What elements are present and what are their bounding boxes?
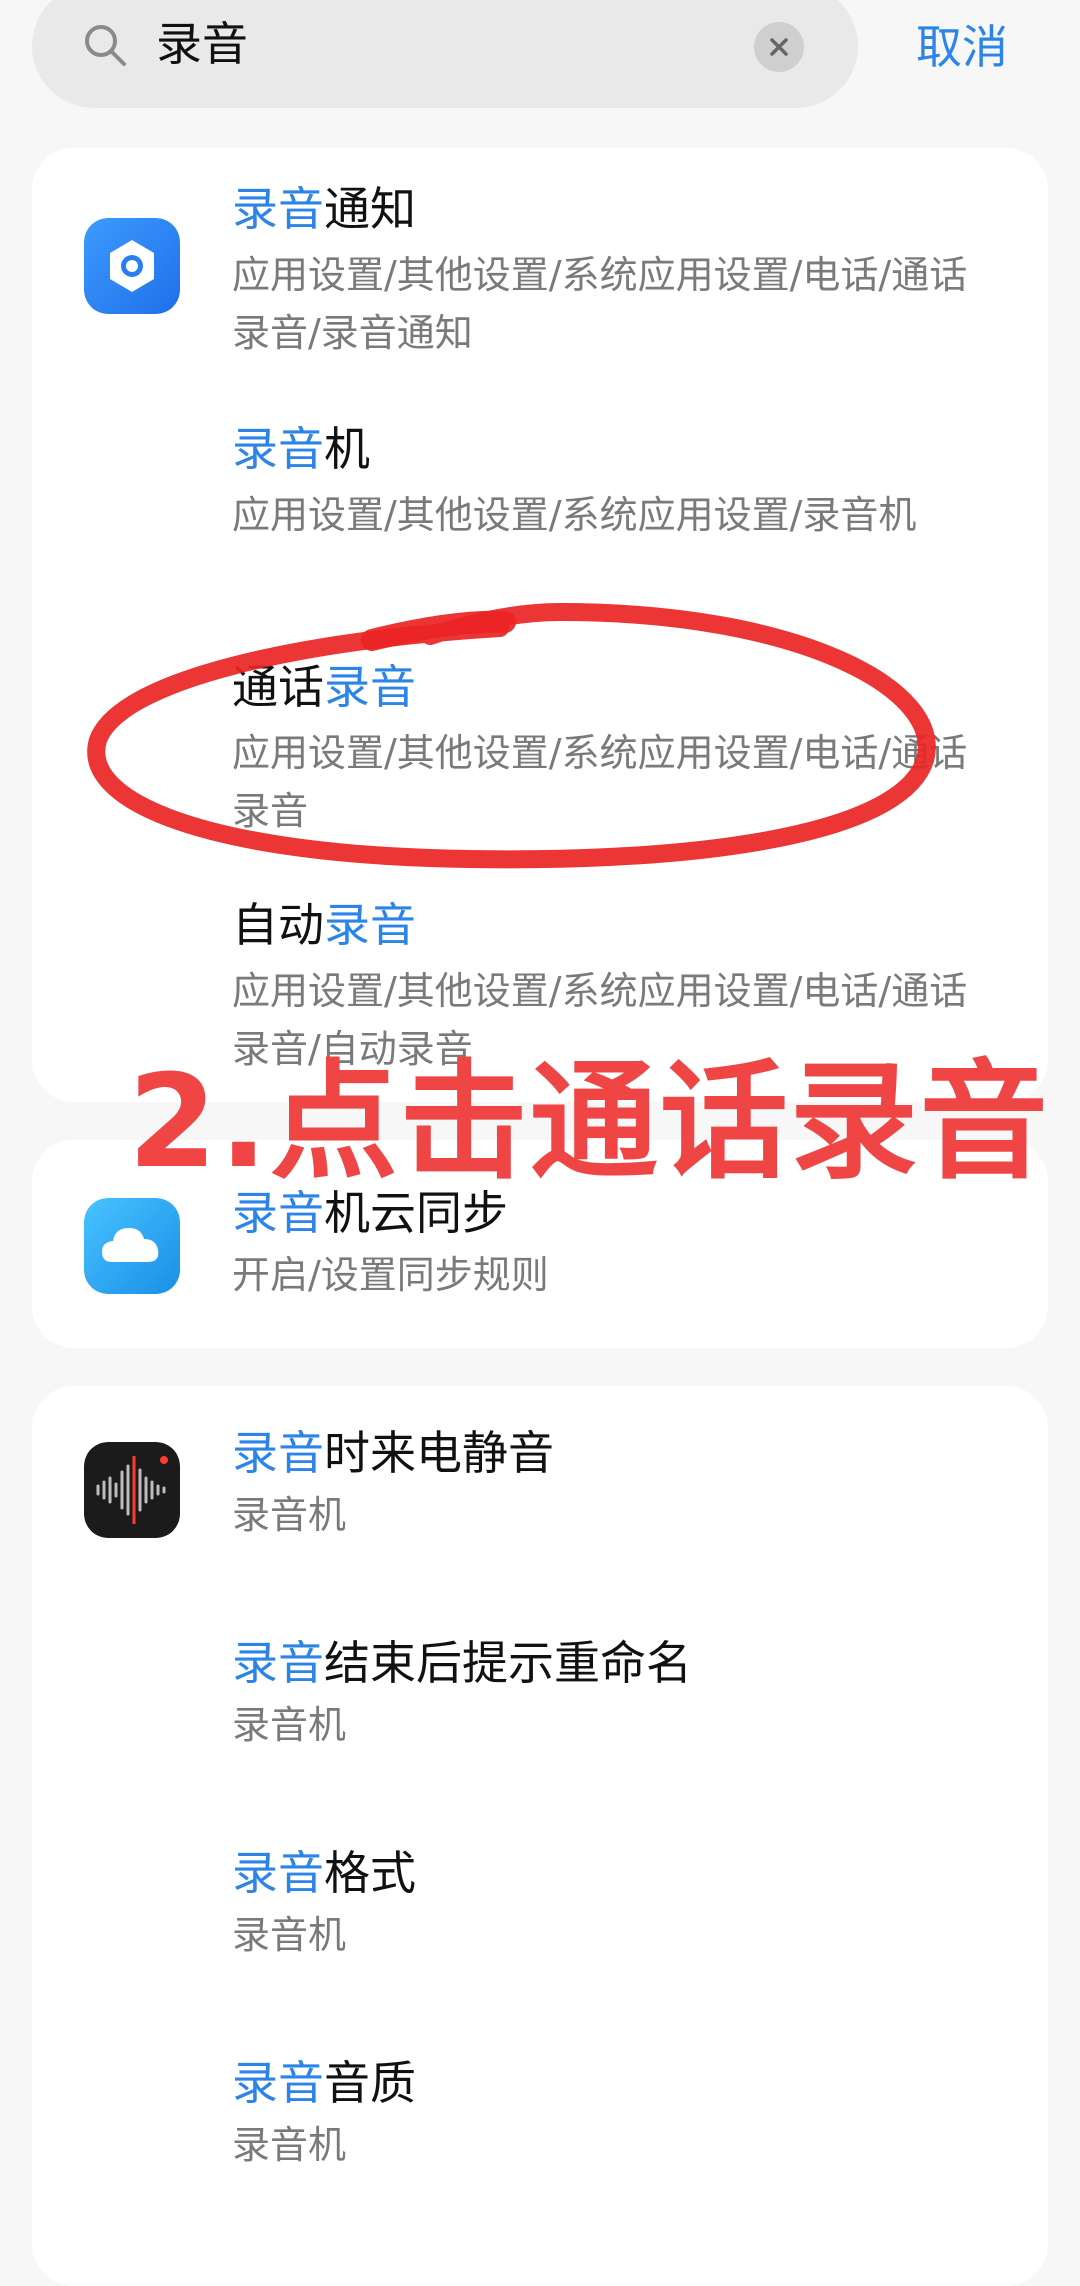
search-bar[interactable]: 录音 bbox=[32, 0, 858, 108]
result-item-mute-calls-while-recording[interactable]: 录音时来电静音 录音机 bbox=[232, 1422, 992, 1544]
result-title: 录音机 bbox=[232, 422, 370, 476]
result-path: 录音机 bbox=[232, 2123, 347, 2167]
result-path: 录音机 bbox=[232, 1913, 347, 1957]
result-path: 应用设置/其他设置/系统应用设置/电话/通话录音/录音通知 bbox=[232, 253, 968, 355]
result-path: 应用设置/其他设置/系统应用设置/电话/通话录音 bbox=[232, 731, 968, 833]
result-path: 录音机 bbox=[232, 1493, 347, 1537]
result-title: 录音时来电静音 bbox=[232, 1426, 554, 1480]
result-title: 录音结束后提示重命名 bbox=[232, 1636, 692, 1690]
results-group-settings: 录音通知 应用设置/其他设置/系统应用设置/电话/通话录音/录音通知 录音机 应… bbox=[32, 148, 1048, 1102]
result-item-recorder[interactable]: 录音机 应用设置/其他设置/系统应用设置/录音机 bbox=[232, 418, 992, 544]
result-path: 应用设置/其他设置/系统应用设置/录音机 bbox=[232, 493, 917, 537]
result-item-recording-notification[interactable]: 录音通知 应用设置/其他设置/系统应用设置/电话/通话录音/录音通知 bbox=[232, 178, 992, 362]
result-path: 录音机 bbox=[232, 1703, 347, 1747]
result-item-recording-format[interactable]: 录音格式 录音机 bbox=[232, 1842, 992, 1964]
result-title: 录音通知 bbox=[232, 182, 416, 236]
result-item-call-recording[interactable]: 通话录音 应用设置/其他设置/系统应用设置/电话/通话录音 bbox=[232, 656, 992, 840]
annotation-label: 2.点击通话录音 bbox=[128, 1048, 1050, 1197]
result-item-recorder-cloud-sync[interactable]: 录音机云同步 开启/设置同步规则 bbox=[232, 1182, 992, 1304]
result-item-recording-quality[interactable]: 录音音质 录音机 bbox=[232, 2052, 992, 2174]
close-icon bbox=[770, 38, 788, 56]
results-group-recorder-app: 录音时来电静音 录音机 录音结束后提示重命名 录音机 录音格式 录音机 录音音质… bbox=[32, 1386, 1048, 2286]
result-title: 自动录音 bbox=[232, 898, 416, 952]
result-title: 录音格式 bbox=[232, 1846, 416, 1900]
cancel-button[interactable]: 取消 bbox=[916, 12, 1008, 82]
result-item-rename-after-recording[interactable]: 录音结束后提示重命名 录音机 bbox=[232, 1632, 992, 1754]
result-title: 通话录音 bbox=[232, 660, 416, 714]
result-path: 开启/设置同步规则 bbox=[232, 1253, 549, 1297]
clear-search-button[interactable] bbox=[754, 22, 804, 72]
settings-gear-icon bbox=[84, 218, 180, 314]
search-input[interactable]: 录音 bbox=[156, 12, 248, 76]
cloud-icon bbox=[84, 1198, 180, 1294]
search-icon bbox=[82, 22, 128, 68]
voice-recorder-waveform-icon bbox=[84, 1442, 180, 1538]
result-title: 录音音质 bbox=[232, 2056, 416, 2110]
